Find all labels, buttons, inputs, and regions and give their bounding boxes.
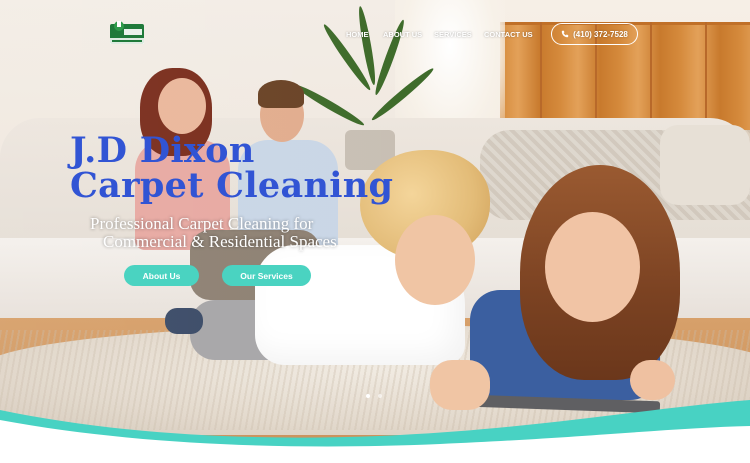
bottom-wave bbox=[0, 400, 750, 463]
hero-subtitle: Professional Carpet Cleaning for Commerc… bbox=[90, 215, 337, 251]
hero-subtitle-line-1: Professional Carpet Cleaning for bbox=[90, 214, 314, 233]
about-us-button[interactable]: About Us bbox=[124, 265, 199, 286]
company-logo[interactable] bbox=[109, 18, 145, 46]
about-us-button-label: About Us bbox=[142, 270, 181, 281]
our-services-button[interactable]: Our Services bbox=[222, 265, 311, 286]
our-services-button-label: Our Services bbox=[240, 270, 293, 281]
hero-subtitle-line-2: Commercial & Residential Spaces bbox=[103, 232, 337, 251]
nav-about-label: ABOUT US bbox=[383, 30, 423, 39]
nav-services-label: SERVICES bbox=[434, 30, 472, 39]
nav-contact-label: CONTACT US bbox=[484, 30, 533, 39]
phone-button[interactable]: (410) 372-7528 bbox=[551, 23, 638, 45]
nav-about-us[interactable]: ABOUT US bbox=[383, 30, 422, 39]
nav-contact-us[interactable]: CONTACT US bbox=[484, 30, 533, 39]
hero-title-line-2: Carpet Cleaning bbox=[70, 165, 394, 206]
nav-services[interactable]: SERVICES bbox=[434, 30, 472, 39]
nav-home-label: HOME bbox=[346, 30, 369, 39]
phone-number: (410) 372-7528 bbox=[573, 29, 628, 39]
slider-dot-1[interactable] bbox=[366, 394, 370, 398]
nav-home[interactable]: HOME bbox=[346, 30, 369, 39]
hero-title-line-1: J.D Dixon bbox=[70, 130, 255, 171]
hero-title: J.D Dixon Carpet Cleaning bbox=[70, 133, 393, 203]
slider-dot-2[interactable] bbox=[378, 394, 382, 398]
phone-icon bbox=[561, 30, 569, 38]
